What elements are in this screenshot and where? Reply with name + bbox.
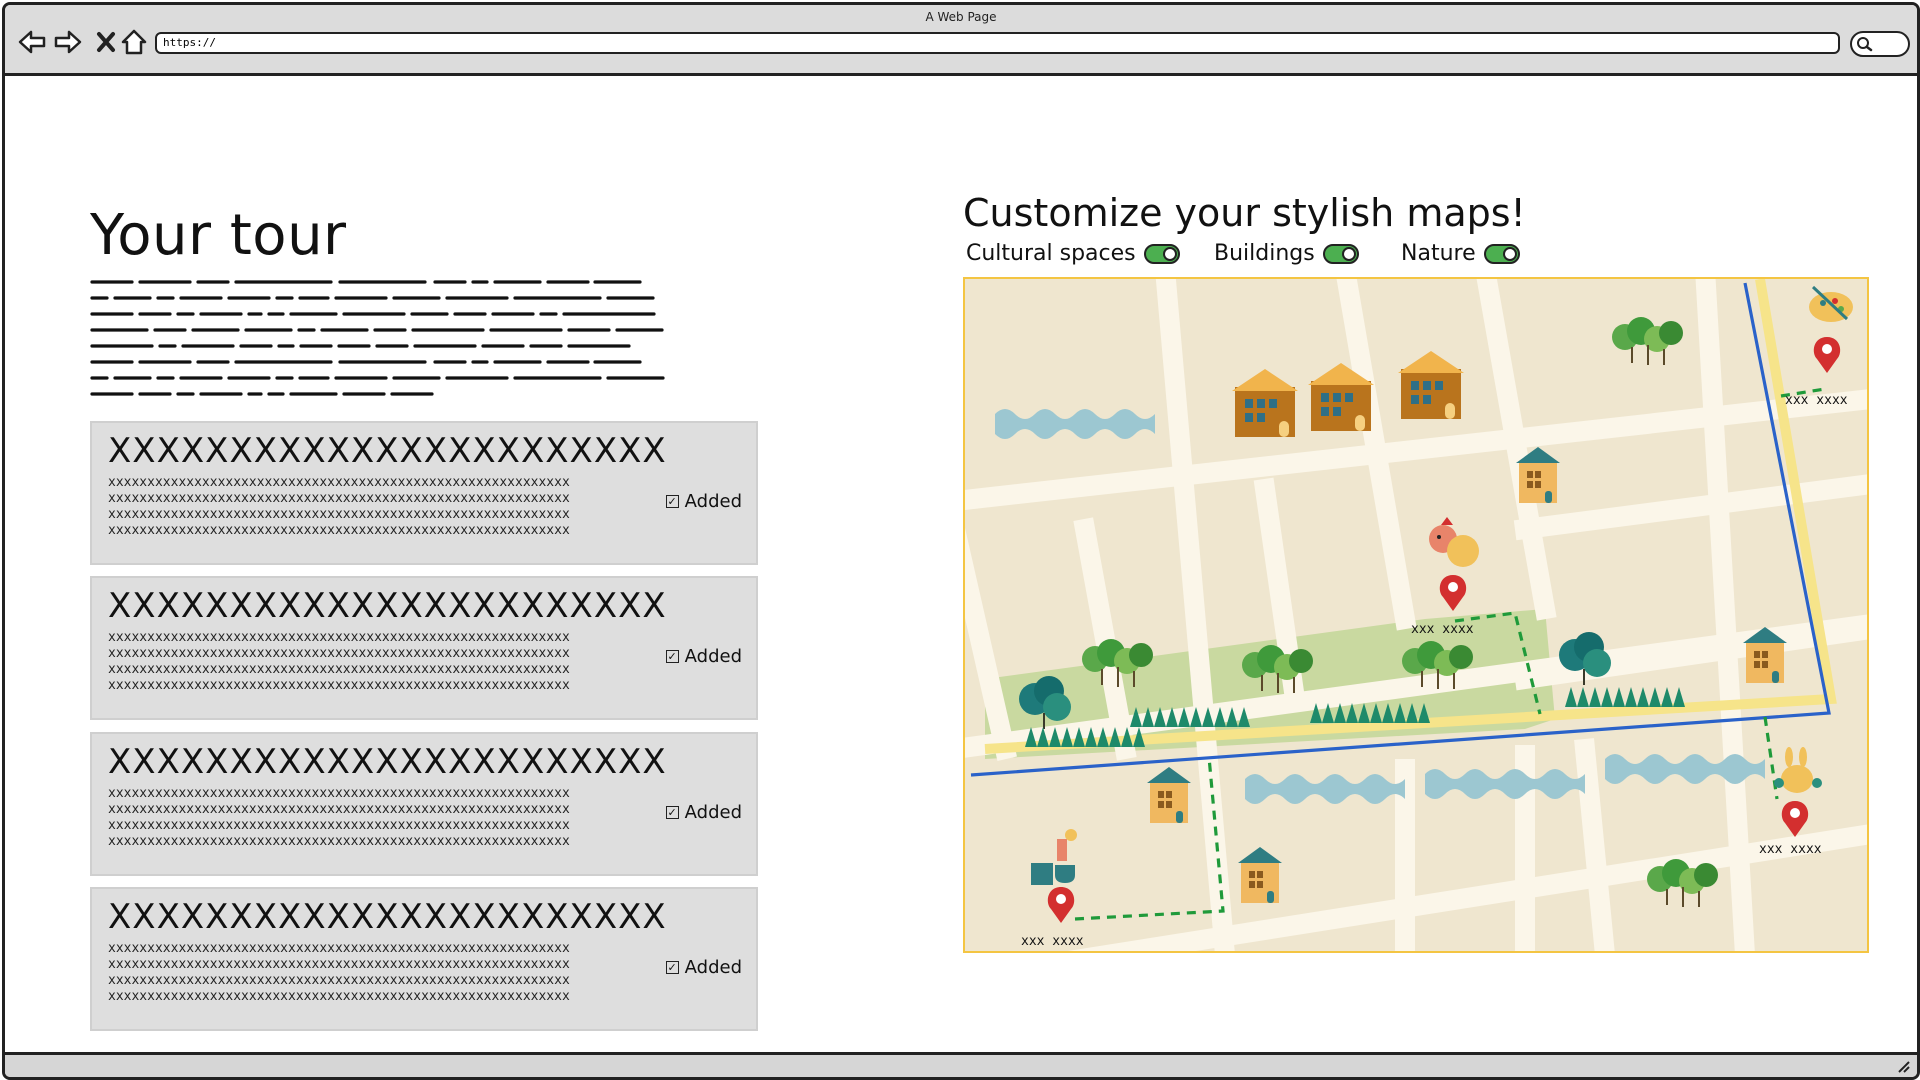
card-title: XXXXXXXXXXXXXXXXXXXXXXX [108, 431, 667, 471]
card-description-line: xxxxxxxxxxxxxxxxxxxxxxxxxxxxxxxxxxxxxxxx… [108, 786, 570, 801]
status-bar [5, 1052, 1917, 1077]
added-checkbox[interactable]: ✓ Added [665, 802, 742, 823]
card-description: xxxxxxxxxxxxxxxxxxxxxxxxxxxxxxxxxxxxxxxx… [108, 630, 628, 694]
checkbox-icon: ✓ [665, 806, 679, 819]
added-checkbox[interactable]: ✓ Added [665, 646, 742, 667]
checkbox-icon: ✓ [665, 961, 679, 974]
window-title: A Web Page [925, 10, 997, 24]
card-description-line: xxxxxxxxxxxxxxxxxxxxxxxxxxxxxxxxxxxxxxxx… [108, 834, 570, 849]
card-description-line: xxxxxxxxxxxxxxxxxxxxxxxxxxxxxxxxxxxxxxxx… [108, 491, 570, 506]
forward-arrow-icon[interactable] [53, 27, 83, 57]
card-title: XXXXXXXXXXXXXXXXXXXXXXX [108, 742, 667, 782]
checkbox-icon: ✓ [665, 650, 679, 663]
search-icon [1857, 37, 1873, 52]
card-description-line: xxxxxxxxxxxxxxxxxxxxxxxxxxxxxxxxxxxxxxxx… [108, 630, 570, 645]
toggle-label: Nature [1401, 241, 1476, 266]
tour-card[interactable]: XXXXXXXXXXXXXXXXXXXXXXX xxxxxxxxxxxxxxxxx… [90, 576, 758, 720]
card-description-line: xxxxxxxxxxxxxxxxxxxxxxxxxxxxxxxxxxxxxxxx… [108, 646, 570, 661]
page-title: Your tour [90, 203, 347, 268]
card-description-line: xxxxxxxxxxxxxxxxxxxxxxxxxxxxxxxxxxxxxxxx… [108, 957, 570, 972]
search-button[interactable] [1850, 31, 1910, 57]
back-arrow-icon[interactable] [17, 27, 47, 57]
card-title: XXXXXXXXXXXXXXXXXXXXXXX [108, 897, 667, 937]
card-description-line: xxxxxxxxxxxxxxxxxxxxxxxxxxxxxxxxxxxxxxxx… [108, 678, 570, 693]
added-label: Added [684, 491, 742, 512]
address-bar[interactable]: https:// [155, 32, 1840, 54]
checkbox-icon: ✓ [665, 495, 679, 508]
card-description-line: xxxxxxxxxxxxxxxxxxxxxxxxxxxxxxxxxxxxxxxx… [108, 989, 570, 1004]
tour-card[interactable]: XXXXXXXXXXXXXXXXXXXXXXX xxxxxxxxxxxxxxxxx… [90, 421, 758, 565]
home-icon[interactable] [119, 27, 149, 57]
added-label: Added [684, 646, 742, 667]
toggle-label: Cultural spaces [966, 241, 1136, 266]
map-title: Customize your stylish maps! [963, 191, 1526, 235]
added-checkbox[interactable]: ✓ Added [665, 491, 742, 512]
added-label: Added [684, 957, 742, 978]
resize-grip-icon[interactable] [1895, 1058, 1911, 1074]
card-description: xxxxxxxxxxxxxxxxxxxxxxxxxxxxxxxxxxxxxxxx… [108, 786, 628, 850]
stop-icon[interactable] [91, 27, 121, 57]
card-description-line: xxxxxxxxxxxxxxxxxxxxxxxxxxxxxxxxxxxxxxxx… [108, 662, 570, 677]
toggle-label: Buildings [1214, 241, 1315, 266]
card-description-line: xxxxxxxxxxxxxxxxxxxxxxxxxxxxxxxxxxxxxxxx… [108, 973, 570, 988]
card-description-line: xxxxxxxxxxxxxxxxxxxxxxxxxxxxxxxxxxxxxxxx… [108, 802, 570, 817]
card-description: xxxxxxxxxxxxxxxxxxxxxxxxxxxxxxxxxxxxxxxx… [108, 475, 628, 539]
pin-label: xxx xxxx [1785, 393, 1848, 408]
stylish-map[interactable]: xxx xxxx xxx xxxx xxx xxxx xxx xxxx [963, 277, 1869, 953]
browser-toolbar: A Web Page https:// [5, 5, 1917, 76]
pin-label: xxx xxxx [1411, 622, 1474, 637]
placeholder-paragraph [90, 280, 665, 396]
toggle-cultural-spaces: Cultural spaces [966, 241, 1180, 266]
buildings-switch[interactable] [1322, 243, 1359, 264]
tour-card[interactable]: XXXXXXXXXXXXXXXXXXXXXXX xxxxxxxxxxxxxxxxx… [90, 887, 758, 1031]
card-description-line: xxxxxxxxxxxxxxxxxxxxxxxxxxxxxxxxxxxxxxxx… [108, 475, 570, 490]
tour-card[interactable]: XXXXXXXXXXXXXXXXXXXXXXX xxxxxxxxxxxxxxxxx… [90, 732, 758, 876]
card-description-line: xxxxxxxxxxxxxxxxxxxxxxxxxxxxxxxxxxxxxxxx… [108, 507, 570, 522]
card-description-line: xxxxxxxxxxxxxxxxxxxxxxxxxxxxxxxxxxxxxxxx… [108, 941, 570, 956]
pin-label: xxx xxxx [1021, 934, 1084, 949]
added-label: Added [684, 802, 742, 823]
card-title: XXXXXXXXXXXXXXXXXXXXXXX [108, 586, 667, 626]
pin-label: xxx xxxx [1759, 842, 1822, 857]
toggle-buildings: Buildings [1214, 241, 1359, 266]
nature-switch[interactable] [1483, 243, 1520, 264]
card-description: xxxxxxxxxxxxxxxxxxxxxxxxxxxxxxxxxxxxxxxx… [108, 941, 628, 1005]
added-checkbox[interactable]: ✓ Added [665, 957, 742, 978]
card-description-line: xxxxxxxxxxxxxxxxxxxxxxxxxxxxxxxxxxxxxxxx… [108, 523, 570, 538]
toggle-nature: Nature [1401, 241, 1520, 266]
card-description-line: xxxxxxxxxxxxxxxxxxxxxxxxxxxxxxxxxxxxxxxx… [108, 818, 570, 833]
cultural-spaces-switch[interactable] [1143, 243, 1180, 264]
browser-window: A Web Page https:// Your tour XXXXXXXXXX… [2, 2, 1920, 1080]
